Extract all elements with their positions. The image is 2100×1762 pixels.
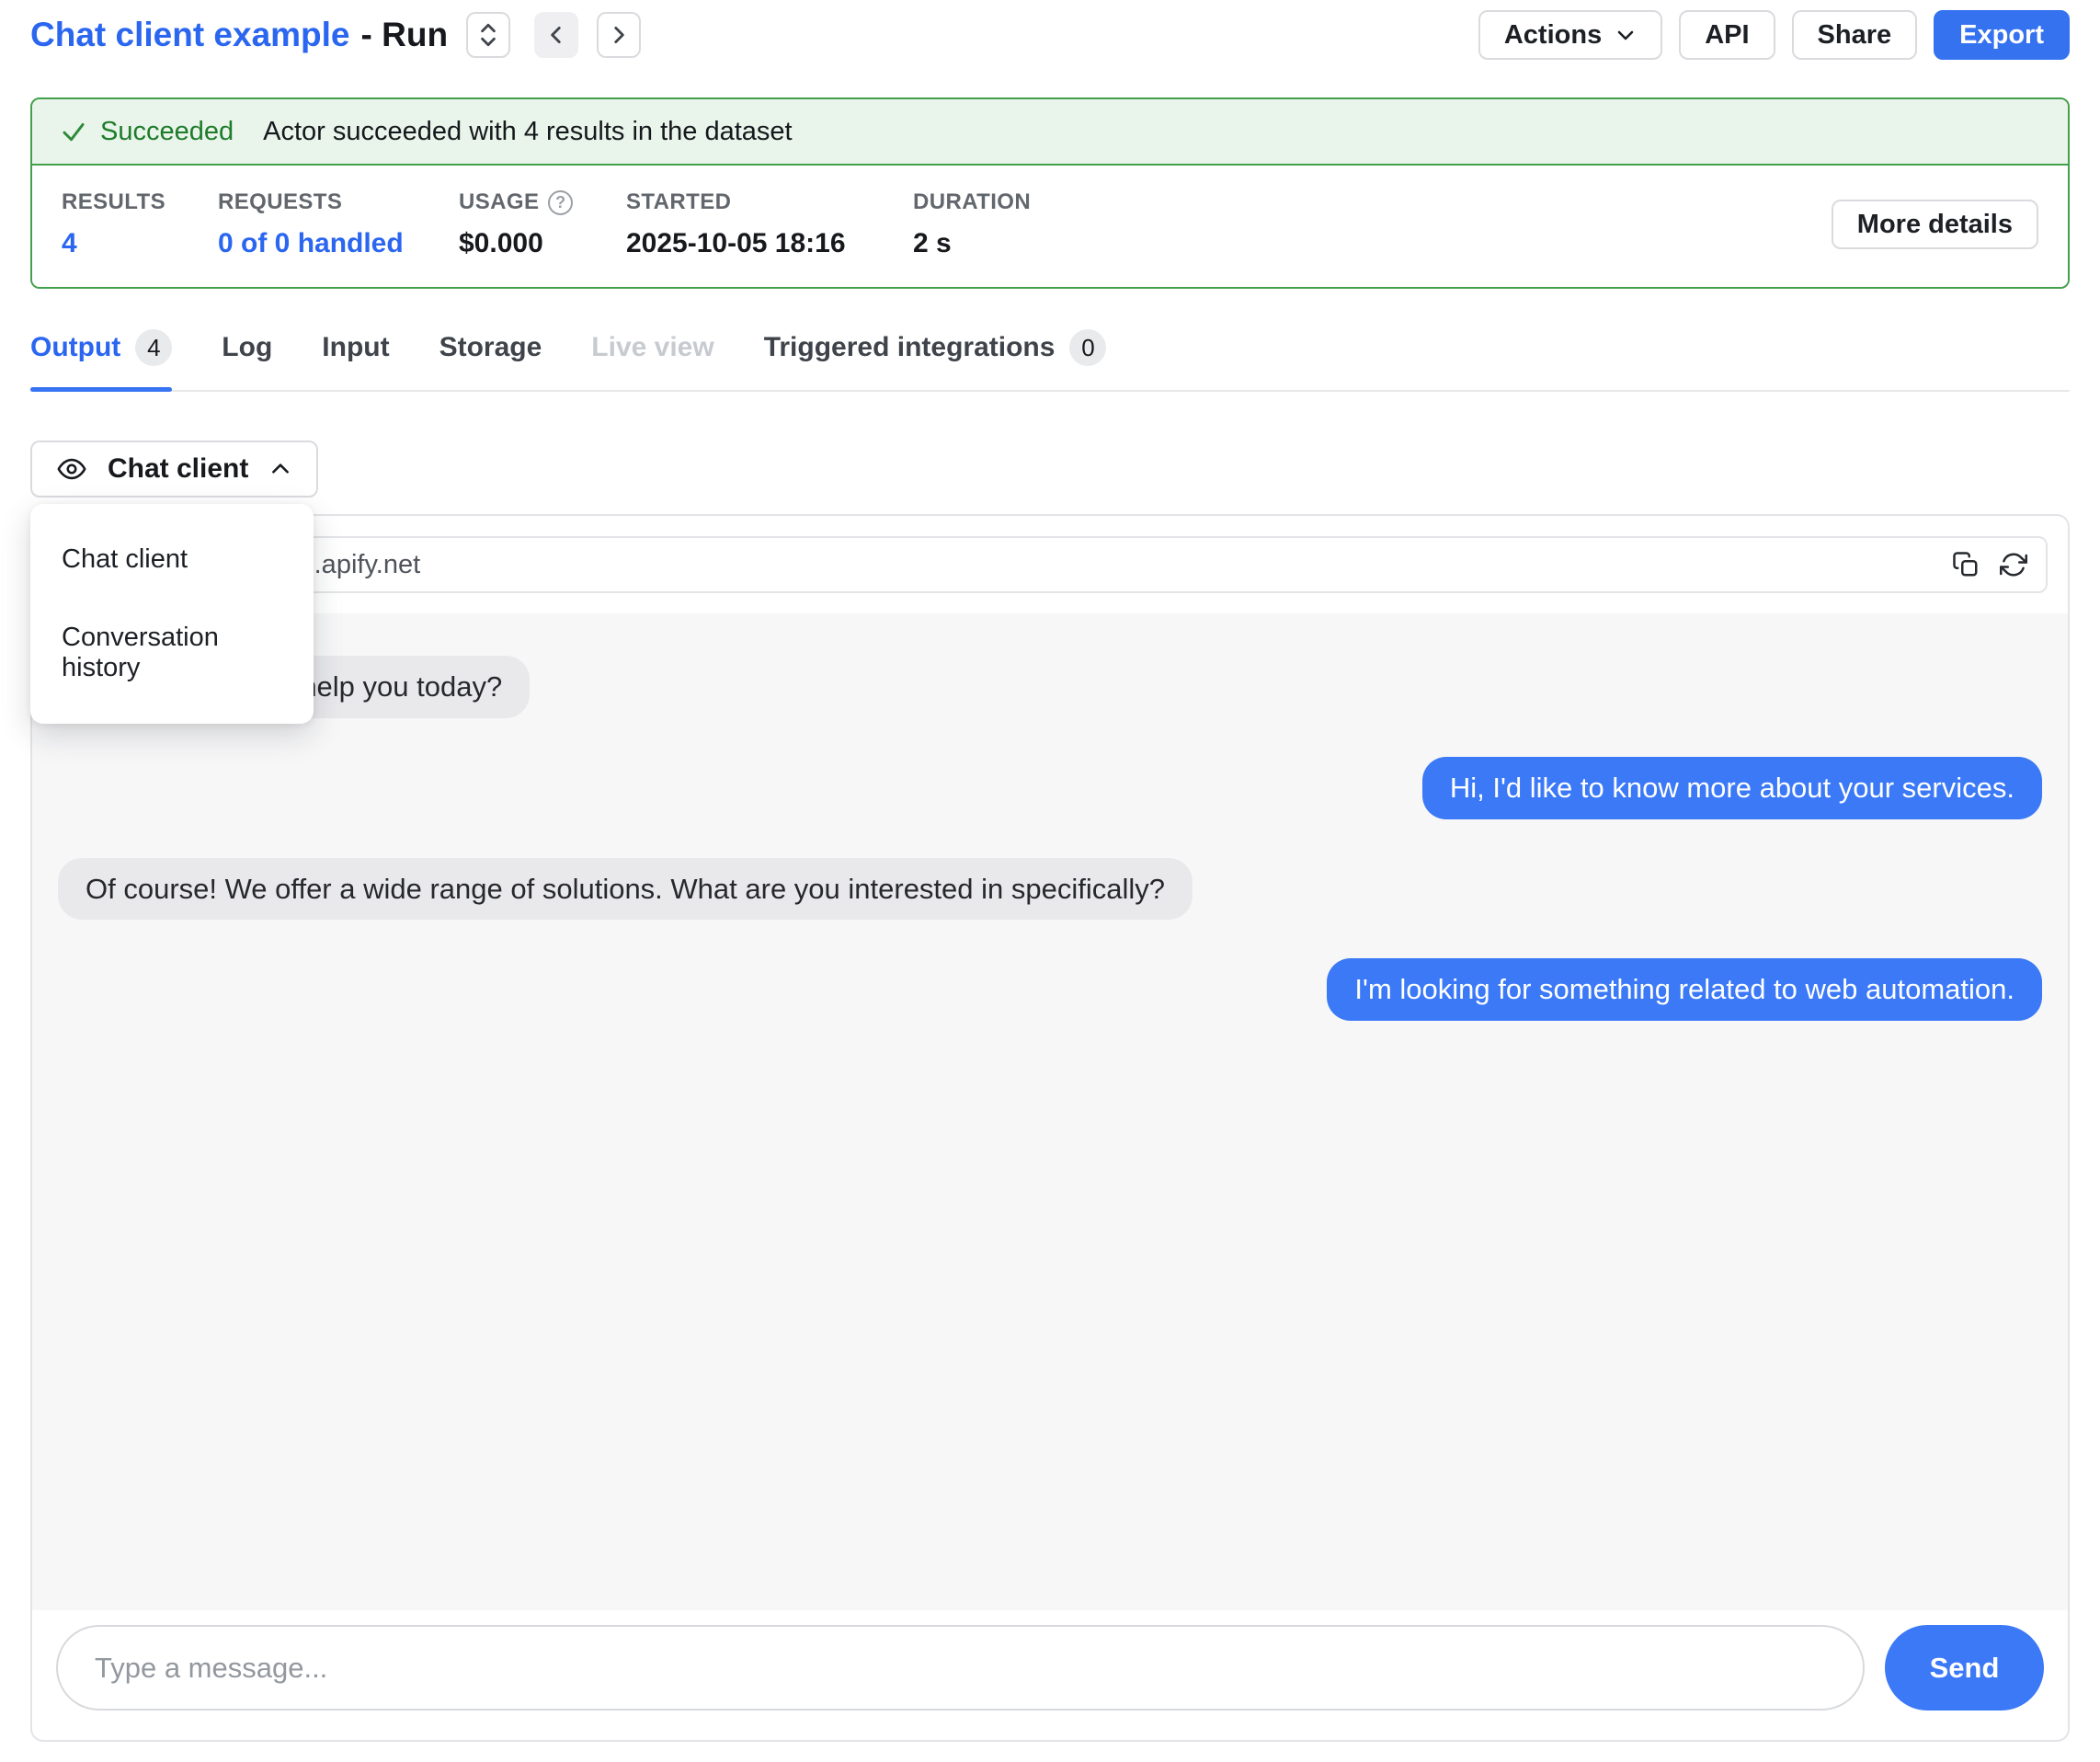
share-button-label: Share (1818, 20, 1892, 51)
chevron-right-icon (607, 23, 631, 47)
stat-results: RESULTS 4 (62, 189, 218, 259)
chevron-down-icon (1615, 24, 1637, 46)
refresh-button[interactable] (2000, 551, 2027, 578)
top-bar: Chat client example - Run (30, 9, 2070, 61)
output-view-selector-label: Chat client (108, 453, 248, 485)
menu-item-conversation-history[interactable]: Conversation history (30, 599, 314, 707)
chevron-up-icon (268, 457, 292, 481)
copy-icon (1952, 551, 1980, 578)
stat-requests-label: REQUESTS (218, 189, 459, 215)
stat-requests-value[interactable]: 0 of 0 handled (218, 228, 459, 259)
tab-storage-label: Storage (439, 332, 542, 363)
tab-triggered-integrations[interactable]: Triggered integrations 0 (764, 329, 1107, 390)
run-tabs: Output 4 Log Input Storage Live view Tri… (30, 329, 2070, 392)
check-icon (60, 118, 87, 145)
output-view-selector-wrap: Chat client Chat client Conversation his… (30, 440, 318, 498)
tab-triggered-integrations-badge: 0 (1069, 329, 1106, 366)
run-stats-row: RESULTS 4 REQUESTS 0 of 0 handled USAGE … (32, 166, 2068, 287)
chevron-left-icon (544, 23, 568, 47)
chat-input-bar: Send (32, 1610, 2068, 1740)
export-button[interactable]: Export (1934, 10, 2070, 60)
top-actions: Actions API Share Export (1478, 10, 2070, 60)
tab-triggered-integrations-label: Triggered integrations (764, 332, 1056, 363)
stat-duration: DURATION 2 s (913, 189, 1097, 259)
api-button[interactable]: API (1679, 10, 1775, 60)
status-state-label: Succeeded (100, 117, 234, 147)
chat-client-widget: ns.apify.net (30, 514, 2070, 1742)
output-view-selector-button[interactable]: Chat client (30, 440, 318, 498)
stat-results-value[interactable]: 4 (62, 228, 218, 259)
next-run-button[interactable] (597, 12, 641, 58)
more-details-button[interactable]: More details (1832, 200, 2038, 249)
menu-item-chat-client[interactable]: Chat client (30, 521, 314, 599)
stat-usage-label: USAGE (459, 189, 539, 215)
tab-input-label: Input (322, 332, 389, 363)
chat-message-list: Hello! How can I help you today? Hi, I'd… (32, 613, 2068, 1610)
stat-usage: USAGE ? $0.000 (459, 189, 626, 259)
tab-live-view-label: Live view (591, 332, 713, 363)
chat-widget-header: ns.apify.net (32, 516, 2068, 613)
chevron-up-down-icon (476, 21, 500, 49)
output-view-dropdown-menu: Chat client Conversation history (30, 504, 314, 724)
stat-requests: REQUESTS 0 of 0 handled (218, 189, 459, 259)
page-title: Chat client example (30, 16, 350, 54)
tab-input[interactable]: Input (322, 329, 389, 390)
run-selector-button[interactable] (466, 12, 510, 58)
tab-log-label: Log (222, 332, 272, 363)
api-button-label: API (1705, 20, 1749, 51)
stat-started-value: 2025-10-05 18:16 (626, 228, 913, 259)
share-button[interactable]: Share (1792, 10, 1918, 60)
chat-url-bar: ns.apify.net (52, 536, 2048, 593)
send-button-label: Send (1930, 1652, 2000, 1684)
more-details-button-label: More details (1857, 210, 2013, 240)
copy-url-button[interactable] (1952, 551, 1980, 578)
stat-duration-label: DURATION (913, 189, 1097, 215)
export-button-label: Export (1959, 20, 2044, 51)
chat-message-row: Of course! We offer a wide range of solu… (58, 858, 2042, 921)
refresh-icon (2000, 551, 2027, 578)
stat-started-label: STARTED (626, 189, 913, 215)
chat-message-row: Hello! How can I help you today? (58, 656, 2042, 718)
run-detail-page: Chat client example - Run (0, 0, 2100, 1758)
success-banner: Succeeded Actor succeeded with 4 results… (32, 99, 2068, 166)
previous-run-button[interactable] (534, 12, 578, 58)
run-status-card: Succeeded Actor succeeded with 4 results… (30, 97, 2070, 289)
user-message-bubble: I'm looking for something related to web… (1327, 958, 2042, 1021)
actions-button[interactable]: Actions (1478, 10, 1662, 60)
actions-button-label: Actions (1504, 20, 1602, 51)
tab-output-badge: 4 (135, 329, 172, 366)
page-title-run-suffix: - Run (361, 16, 449, 54)
status-message: Actor succeeded with 4 results in the da… (263, 117, 792, 147)
tab-output-label: Output (30, 332, 120, 363)
stat-started: STARTED 2025-10-05 18:16 (626, 189, 913, 259)
tab-live-view: Live view (591, 329, 713, 390)
user-message-bubble: Hi, I'd like to know more about your ser… (1422, 757, 2042, 819)
stat-results-label: RESULTS (62, 189, 218, 215)
stat-duration-value: 2 s (913, 228, 1097, 259)
eye-icon (56, 453, 87, 485)
send-button[interactable]: Send (1885, 1625, 2044, 1711)
chat-message-row: I'm looking for something related to web… (58, 958, 2042, 1021)
usage-info-icon[interactable]: ? (548, 190, 573, 215)
stat-usage-value: $0.000 (459, 228, 626, 259)
assistant-message-bubble: Of course! We offer a wide range of solu… (58, 858, 1193, 921)
tab-storage[interactable]: Storage (439, 329, 542, 390)
tab-log[interactable]: Log (222, 329, 272, 390)
chat-message-row: Hi, I'd like to know more about your ser… (58, 757, 2042, 819)
tab-output[interactable]: Output 4 (30, 329, 172, 390)
message-input[interactable] (56, 1625, 1865, 1711)
